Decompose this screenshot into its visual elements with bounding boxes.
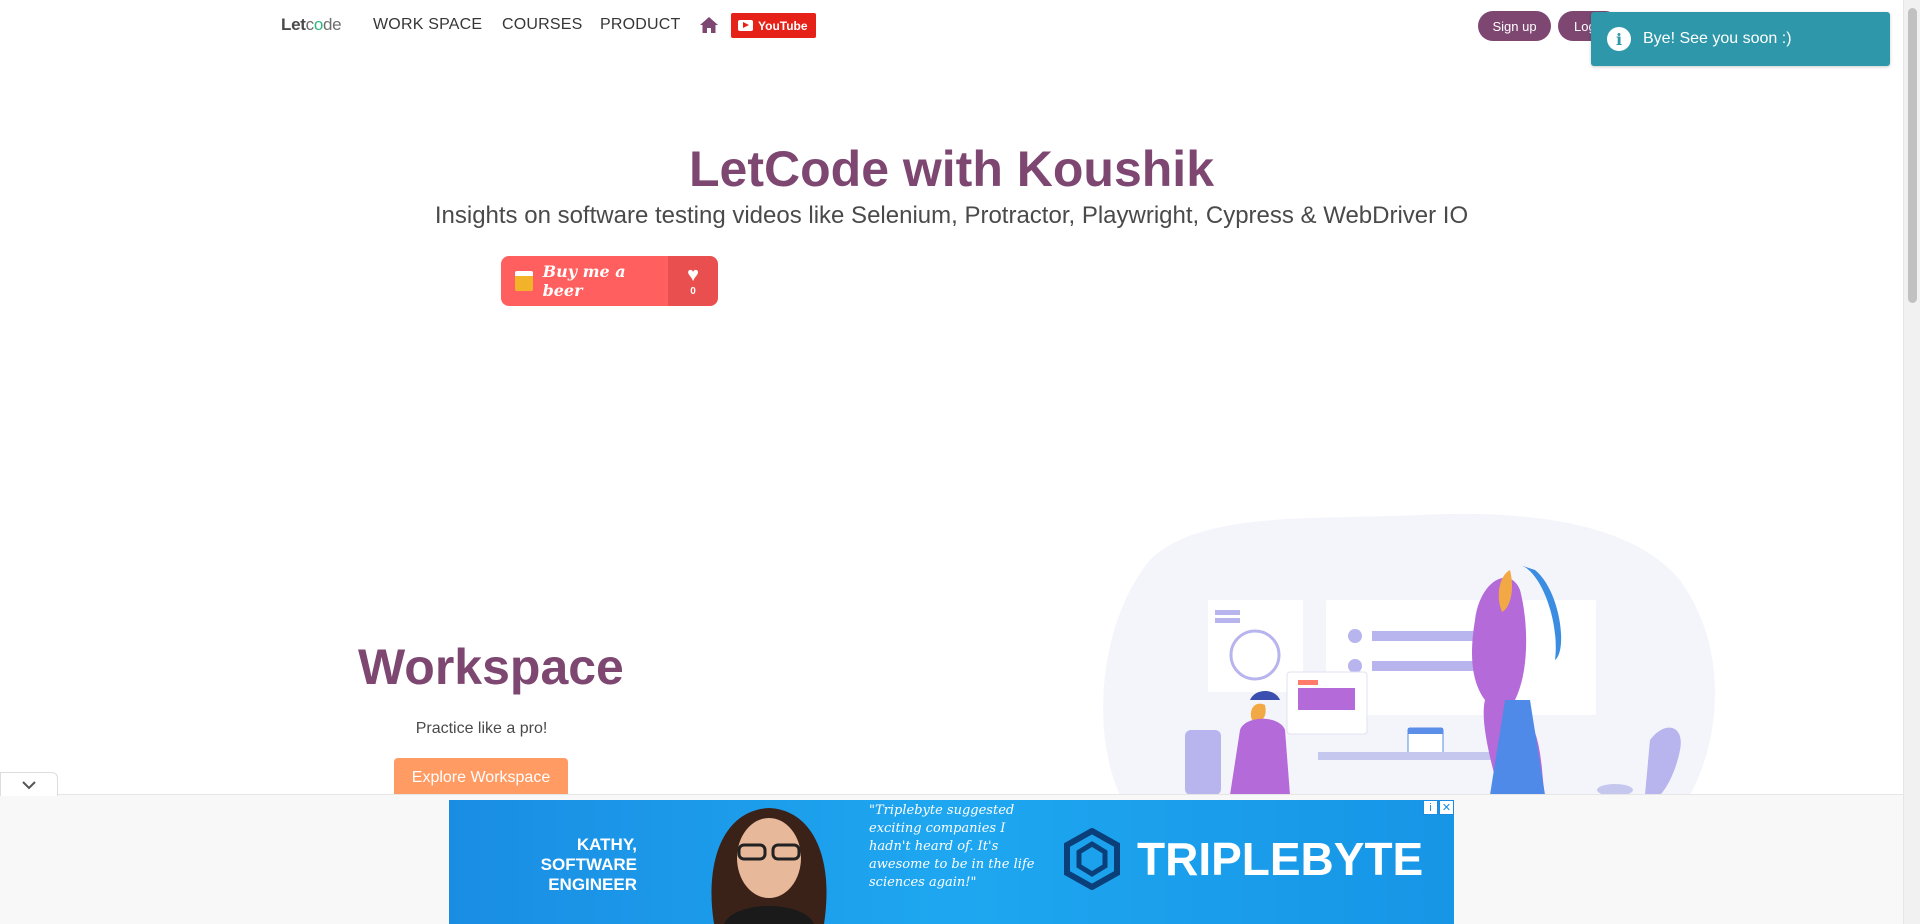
- ad-info-icon[interactable]: i: [1423, 800, 1438, 815]
- triplebyte-logo: TRIPLEBYTE: [1061, 828, 1423, 890]
- ad-close-icon[interactable]: ✕: [1439, 800, 1454, 815]
- ad-name-line2: SOFTWARE: [540, 855, 637, 874]
- page: Letcode WORK SPACE COURSES PRODUCT YouTu…: [0, 0, 1920, 924]
- nav-product[interactable]: PRODUCT: [600, 16, 681, 34]
- brand-let: Let: [281, 15, 306, 34]
- triplebyte-ad[interactable]: KATHY, SOFTWARE ENGINEER "Triplebyte sug…: [449, 800, 1454, 924]
- hero-title: LetCode with Koushik: [689, 141, 1214, 197]
- explore-workspace-button[interactable]: Explore Workspace: [394, 758, 568, 798]
- nav-courses[interactable]: COURSES: [502, 16, 583, 34]
- triplebyte-logo-text: TRIPLEBYTE: [1137, 833, 1424, 885]
- ad-quote: "Triplebyte suggested exciting companies…: [869, 803, 1035, 890]
- triplebyte-hex-icon: [1064, 828, 1120, 890]
- workspace-illustration: [1103, 513, 1715, 795]
- brand-de: de: [322, 15, 342, 34]
- beer-count: 0: [690, 285, 696, 297]
- ad-choices[interactable]: i ✕: [1423, 800, 1454, 815]
- home-icon[interactable]: [699, 15, 719, 35]
- play-icon: [738, 20, 753, 31]
- ad-name-line1: KATHY,: [576, 835, 637, 854]
- ad-person-photo: [711, 808, 827, 924]
- brand-logo[interactable]: Letcode: [281, 15, 342, 35]
- brand-c: c: [305, 15, 315, 34]
- chevron-down-icon: [22, 780, 36, 789]
- info-icon: i: [1607, 27, 1631, 51]
- page-scrollbar[interactable]: [1903, 0, 1920, 924]
- ad-collapse-toggle[interactable]: [0, 772, 58, 796]
- beer-label: Buy me a beer: [542, 262, 626, 300]
- youtube-button[interactable]: YouTube: [731, 13, 816, 38]
- brand-o: o: [313, 15, 323, 34]
- toast-notification[interactable]: i Bye! See you soon :): [1591, 12, 1890, 66]
- toast-message: Bye! See you soon :): [1643, 30, 1792, 47]
- workspace-title: Workspace: [358, 639, 624, 695]
- beer-mug-icon: [515, 271, 533, 291]
- hero-subtitle: Insights on software testing videos like…: [434, 202, 1469, 229]
- signup-button[interactable]: Sign up: [1478, 11, 1551, 41]
- buy-me-a-beer-button[interactable]: Buy me a beer ♥ 0: [501, 256, 718, 306]
- scrollbar-thumb[interactable]: [1908, 8, 1917, 303]
- youtube-label: YouTube: [758, 18, 808, 33]
- ad-person-name: KATHY, SOFTWARE ENGINEER: [537, 835, 637, 895]
- nav-workspace[interactable]: WORK SPACE: [373, 16, 482, 34]
- heart-icon: ♥: [687, 263, 699, 286]
- ad-name-line3: ENGINEER: [548, 875, 637, 894]
- workspace-subtitle: Practice like a pro!: [415, 720, 548, 737]
